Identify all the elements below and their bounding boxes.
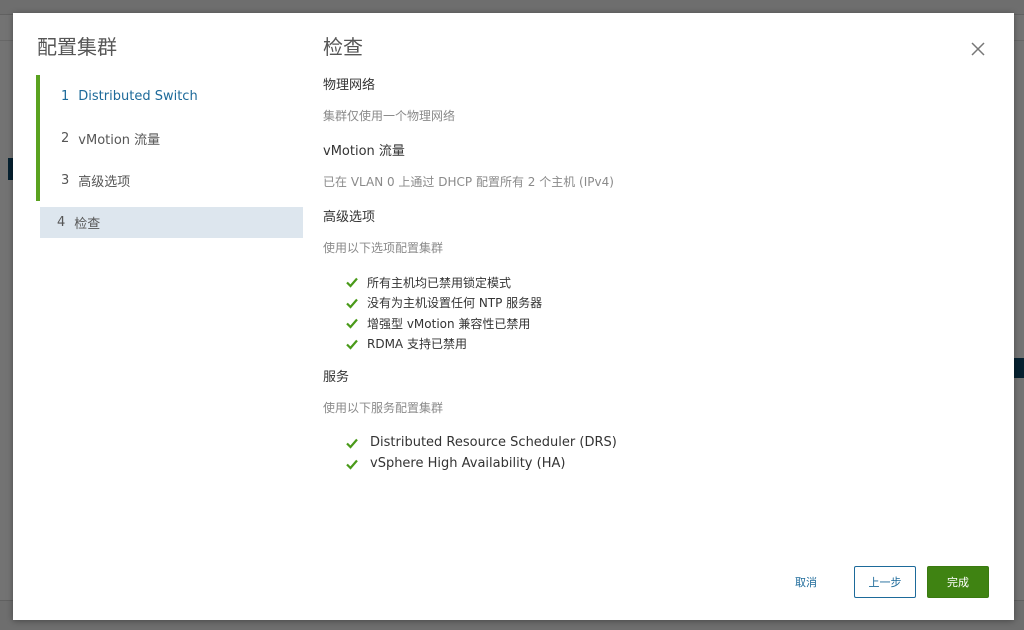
list-item: Distributed Resource Scheduler (DRS) — [345, 432, 963, 453]
review-title: 检查 — [323, 35, 363, 59]
step-vmotion-traffic[interactable]: 2 vMotion 流量 — [36, 117, 303, 159]
back-button[interactable]: 上一步 — [854, 566, 916, 598]
physical-network-heading: 物理网络 — [323, 78, 376, 93]
step-advanced-options[interactable]: 3 高级选项 — [36, 159, 303, 201]
step-number: 1 — [61, 88, 70, 104]
close-icon — [971, 42, 985, 56]
configure-cluster-dialog: 配置集群 1 Distributed Switch 2 vMotion 流量 3… — [13, 13, 1014, 620]
review-panel: 检查 物理网络 集群仅使用一个物理网络 vMotion 流量 已在 VLAN 0… — [323, 31, 963, 486]
list-item: 增强型 vMotion 兼容性已禁用 — [345, 313, 963, 334]
step-number: 4 — [57, 215, 66, 230]
list-item-text: vSphere High Availability (HA) — [370, 456, 566, 471]
check-icon — [346, 298, 358, 309]
step-review[interactable]: 4 检查 — [40, 207, 303, 238]
check-icon — [346, 339, 358, 350]
list-item: 没有为主机设置任何 NTP 服务器 — [345, 293, 963, 314]
vmotion-desc: 已在 VLAN 0 上通过 DHCP 配置所有 2 个主机 (IPv4) — [323, 175, 614, 189]
cancel-button[interactable]: 取消 — [776, 566, 836, 598]
check-icon — [346, 319, 358, 329]
step-label: 检查 — [74, 217, 101, 232]
advanced-options-list: 所有主机均已禁用锁定模式 没有为主机设置任何 NTP 服务器 增强型 vMoti… — [323, 272, 963, 354]
check-icon — [346, 438, 358, 449]
step-number: 3 — [61, 172, 70, 188]
list-item: RDMA 支持已禁用 — [345, 334, 963, 355]
physical-network-desc: 集群仅使用一个物理网络 — [323, 109, 456, 123]
services-heading: 服务 — [323, 370, 350, 385]
vmotion-heading: vMotion 流量 — [323, 144, 405, 159]
finish-button[interactable]: 完成 — [927, 566, 989, 598]
advanced-options-heading: 高级选项 — [323, 210, 376, 225]
list-item: vSphere High Availability (HA) — [345, 453, 963, 474]
services-list: Distributed Resource Scheduler (DRS) vSp… — [323, 432, 963, 474]
list-item-text: RDMA 支持已禁用 — [367, 337, 467, 352]
list-item: 所有主机均已禁用锁定模式 — [345, 272, 963, 293]
step-label: Distributed Switch — [78, 88, 198, 104]
list-item-text: 没有为主机设置任何 NTP 服务器 — [367, 296, 543, 311]
step-distributed-switch[interactable]: 1 Distributed Switch — [36, 75, 303, 117]
dialog-title: 配置集群 — [37, 35, 117, 59]
check-icon — [346, 278, 358, 288]
step-label: 高级选项 — [78, 174, 131, 190]
dialog-footer: 取消 上一步 完成 — [776, 566, 989, 598]
list-item-text: Distributed Resource Scheduler (DRS) — [370, 435, 617, 450]
advanced-options-desc: 使用以下选项配置集群 — [323, 241, 444, 255]
list-item-text: 所有主机均已禁用锁定模式 — [367, 275, 512, 290]
wizard-steps: 1 Distributed Switch 2 vMotion 流量 3 高级选项… — [36, 75, 303, 238]
check-icon — [346, 459, 358, 470]
list-item-text: 增强型 vMotion 兼容性已禁用 — [367, 316, 531, 331]
step-label: vMotion 流量 — [78, 132, 161, 148]
close-button[interactable] — [966, 37, 990, 61]
services-desc: 使用以下服务配置集群 — [323, 401, 444, 415]
step-number: 2 — [61, 130, 70, 146]
